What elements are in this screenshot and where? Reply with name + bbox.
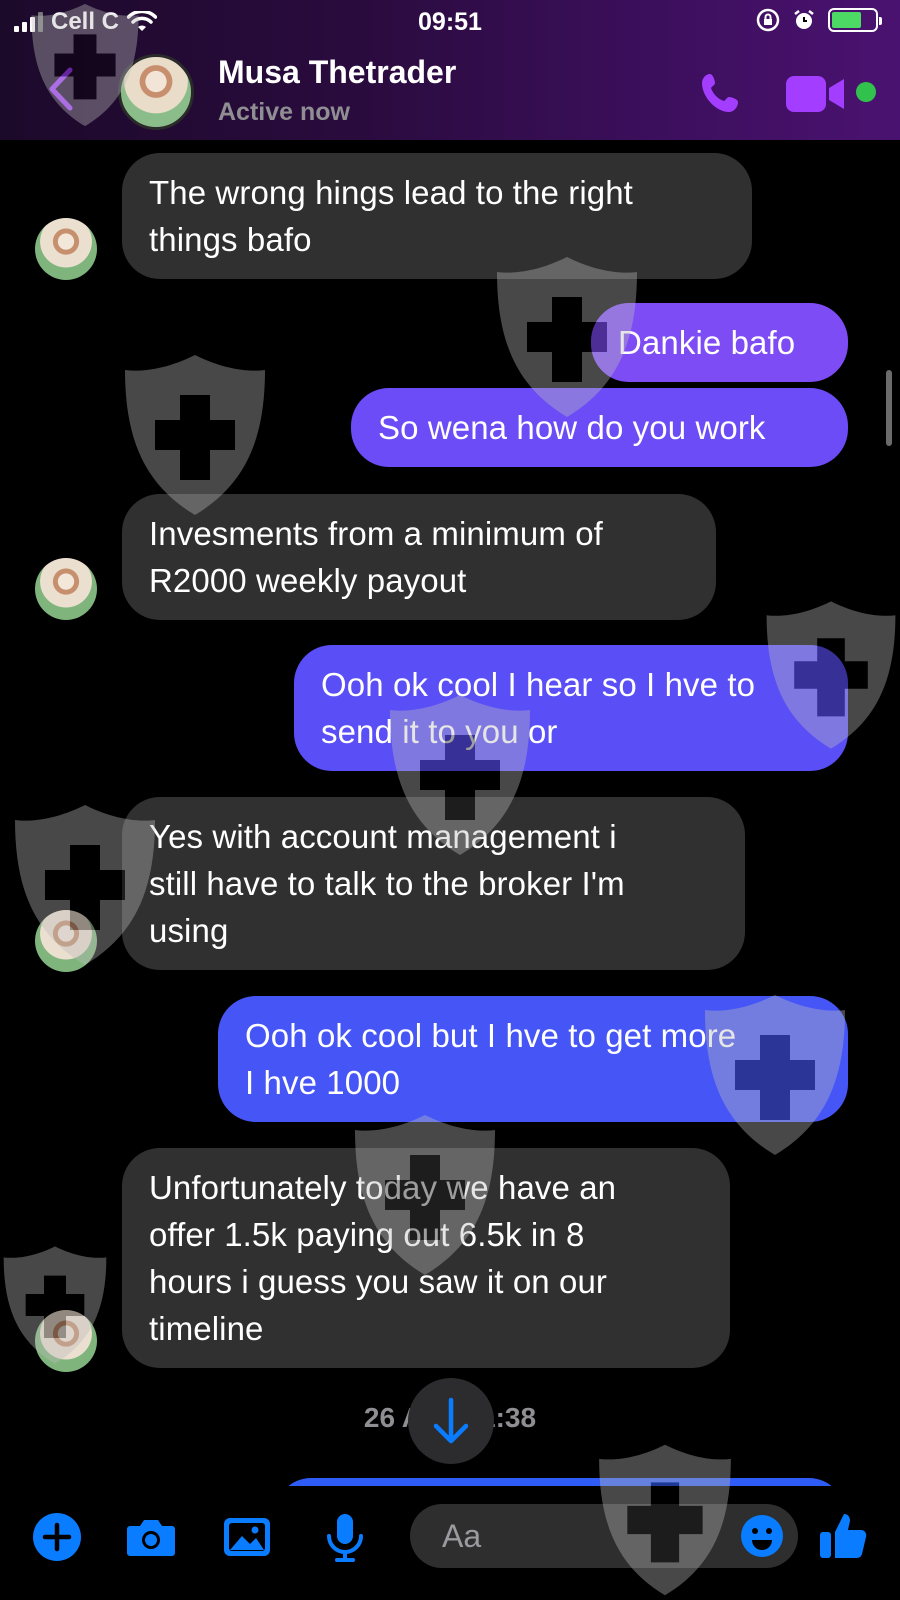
phone-icon[interactable] — [696, 68, 748, 120]
message-line: Ooh ok cool I hear so I hve to — [321, 666, 756, 703]
message-line: The wrong hings lead to the right — [149, 174, 633, 211]
message-line: offer 1.5k paying out 6.5k in 8 — [149, 1216, 585, 1253]
contact-avatar-small[interactable] — [35, 910, 97, 972]
status-bar: Cell C 09:51 — [0, 0, 900, 46]
outgoing-message[interactable]: Ooh ok cool but I hve to get more I hve … — [218, 996, 848, 1122]
video-camera-icon[interactable] — [786, 74, 848, 114]
contact-active-status: Active now — [218, 98, 350, 126]
incoming-message[interactable]: The wrong hings lead to the right things… — [122, 153, 752, 279]
contact-name[interactable]: Musa Thetrader — [218, 54, 456, 91]
message-line: Ooh ok cool but I hve to get more — [245, 1017, 737, 1054]
plus-icon[interactable] — [30, 1510, 84, 1564]
contact-avatar-small[interactable] — [35, 1310, 97, 1372]
message-line: using — [149, 912, 229, 949]
outgoing-message[interactable]: Dankie bafo — [591, 303, 848, 382]
message-composer: Aa — [0, 1486, 900, 1600]
contact-avatar-small[interactable] — [35, 558, 97, 620]
microphone-icon[interactable] — [318, 1510, 372, 1564]
online-indicator — [856, 82, 876, 102]
message-line: I hve 1000 — [245, 1064, 401, 1101]
message-line: Invesments from a minimum of — [149, 515, 603, 552]
message-line: things bafo — [149, 221, 312, 258]
incoming-message[interactable]: Unfortunately today we have an offer 1.5… — [122, 1148, 730, 1368]
message-line: still have to talk to the broker I'm — [149, 865, 625, 902]
back-chevron-icon[interactable] — [40, 64, 80, 114]
message-line: timeline — [149, 1310, 264, 1347]
alarm-icon — [794, 10, 814, 29]
message-line: So wena how do you work — [378, 409, 766, 446]
contact-avatar[interactable] — [118, 54, 194, 130]
incoming-message[interactable]: Yes with account management i still have… — [122, 797, 745, 970]
orientation-lock-icon — [756, 8, 780, 32]
incoming-message[interactable]: Invesments from a minimum of R2000 weekl… — [122, 494, 716, 620]
camera-icon[interactable] — [124, 1510, 178, 1564]
message-line: Yes with account management i — [149, 818, 617, 855]
message-input-placeholder: Aa — [442, 1518, 482, 1554]
conversation-nav: Musa Thetrader Active now — [0, 46, 900, 140]
thumbs-up-icon[interactable] — [816, 1508, 872, 1564]
chat-header: Cell C 09:51 Musa Thetrader Active now — [0, 0, 900, 140]
message-line: Unfortunately today we have an — [149, 1169, 617, 1206]
outgoing-message[interactable]: Ooh ok cool I hear so I hve to send it t… — [294, 645, 848, 771]
contact-avatar-small[interactable] — [35, 218, 97, 280]
scroll-to-bottom-button[interactable] — [408, 1378, 494, 1464]
message-input[interactable]: Aa — [410, 1504, 798, 1568]
battery-icon — [828, 8, 882, 32]
message-line: Dankie bafo — [618, 324, 796, 361]
message-line: hours i guess you saw it on our — [149, 1263, 608, 1300]
message-line: send it to you or — [321, 713, 558, 750]
scrollbar[interactable] — [886, 370, 892, 446]
emoji-icon[interactable] — [738, 1512, 786, 1560]
outgoing-message[interactable]: So wena how do you work — [351, 388, 848, 467]
message-list[interactable]: The wrong hings lead to the right things… — [0, 140, 900, 1480]
gallery-icon[interactable] — [220, 1510, 274, 1564]
message-line: R2000 weekly payout — [149, 562, 467, 599]
arrow-down-icon — [433, 1397, 469, 1444]
